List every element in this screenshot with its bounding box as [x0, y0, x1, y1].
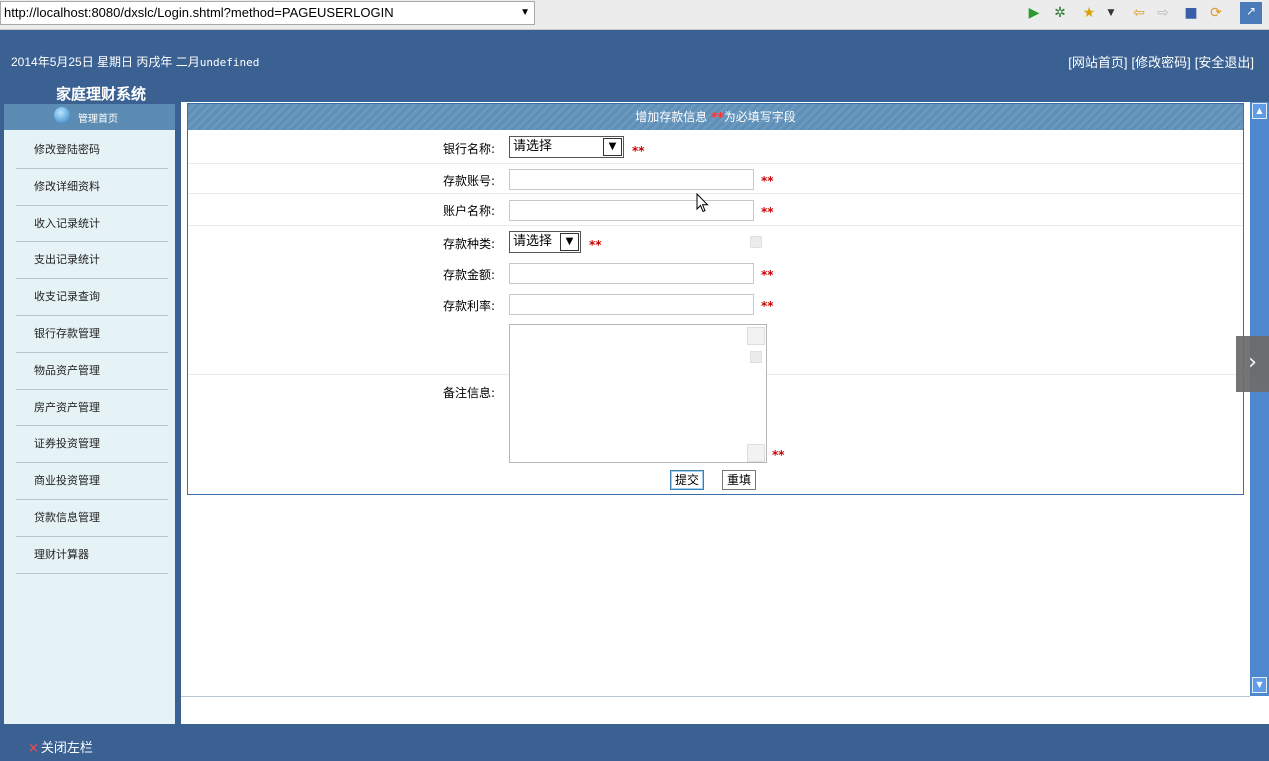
close-icon: ×	[28, 741, 39, 756]
vertical-scrollbar[interactable]: ▲ ▼	[1250, 102, 1269, 696]
required-mark: **	[772, 448, 785, 462]
favorites-icon[interactable]: ★	[1080, 4, 1098, 22]
row-rate: 存款利率: **	[188, 289, 1243, 320]
stop-icon[interactable]: ■	[1182, 4, 1200, 22]
row-account-no: 存款账号: **	[188, 164, 1243, 194]
form-header: 增加存款信息 **为必填写字段	[188, 104, 1243, 130]
deposit-type-select-value: 请选择	[513, 234, 553, 249]
sidebar-item-edit-profile[interactable]: 修改详细资料	[16, 169, 168, 206]
sidebar-menu: 修改登陆密码 修改详细资料 收入记录统计 支出记录统计 收支记录查询 银行存款管…	[16, 132, 168, 574]
address-dropdown-icon[interactable]: ▼	[520, 2, 530, 24]
forward-icon[interactable]: ⇨	[1154, 4, 1172, 22]
account-no-input[interactable]	[509, 169, 754, 190]
link-logout[interactable]: [安全退出]	[1195, 55, 1254, 70]
favorites-dropdown-icon[interactable]: ▼	[1102, 4, 1120, 22]
sidebar-item-records-query[interactable]: 收支记录查询	[16, 279, 168, 316]
form-title-suffix: 为必填写字段	[723, 110, 796, 124]
scroll-down-icon[interactable]: ▼	[1252, 677, 1267, 693]
sidebar-item-income-stats[interactable]: 收入记录统计	[16, 206, 168, 243]
row-bank-name: 银行名称: 请选择 ▼ **	[188, 131, 1243, 164]
account-name-label: 账户名称:	[442, 204, 495, 218]
sidebar-home-label: 管理首页	[78, 114, 118, 125]
row-account-name: 账户名称: **	[188, 194, 1243, 226]
rate-label: 存款利率:	[442, 299, 495, 313]
row-deposit-type: 存款种类: 请选择 ▼ **	[188, 226, 1243, 258]
refresh-icon[interactable]: ⟳	[1207, 4, 1225, 22]
reset-button[interactable]: 重填	[722, 470, 757, 490]
required-mark: **	[589, 238, 602, 252]
remark-textarea[interactable]	[509, 324, 767, 463]
address-bar-url: http://localhost:8080/dxslc/Login.shtml?…	[4, 5, 394, 20]
form-title: 增加存款信息	[635, 110, 708, 124]
chevron-down-icon: ▼	[603, 138, 622, 156]
link-site-home[interactable]: [网站首页]	[1068, 55, 1127, 70]
placeholder-box	[747, 444, 765, 462]
sidebar-item-change-login-password[interactable]: 修改登陆密码	[16, 132, 168, 169]
required-mark: **	[761, 174, 774, 188]
run-icon[interactable]: ▶	[1025, 4, 1043, 22]
submit-button[interactable]: 提交	[670, 470, 705, 490]
placeholder-box	[747, 327, 765, 345]
required-mark: **	[761, 299, 774, 313]
deposit-form: 增加存款信息 **为必填写字段 银行名称: 请选择 ▼ ** 存款账号: ** …	[187, 103, 1244, 495]
scroll-up-icon[interactable]: ▲	[1252, 103, 1267, 119]
rate-input[interactable]	[509, 294, 754, 315]
date-text: 2014年5月25日 星期日 丙戌年 二月	[11, 55, 200, 69]
sidebar-item-loans[interactable]: 贷款信息管理	[16, 500, 168, 537]
sidebar: 管理首页 修改登陆密码 修改详细资料 收入记录统计 支出记录统计 收支记录查询 …	[0, 102, 181, 724]
account-no-label: 存款账号:	[442, 174, 495, 188]
page-header: 2014年5月25日 星期日 丙戌年 二月undefined 家庭理财系统 [网…	[0, 30, 1269, 103]
placeholder-box	[750, 236, 762, 248]
page-footer: × 关闭左栏	[0, 724, 1269, 761]
globe-icon	[54, 107, 70, 123]
chevron-down-icon: ▼	[560, 233, 579, 251]
system-title: 家庭理财系统	[56, 85, 147, 103]
mouse-cursor-icon	[696, 193, 709, 213]
deposit-type-select[interactable]: 请选择 ▼	[509, 231, 581, 253]
required-mark: **	[632, 144, 645, 158]
date-suffix: undefined	[199, 56, 260, 69]
main-content: 增加存款信息 **为必填写字段 银行名称: 请选择 ▼ ** 存款账号: ** …	[181, 102, 1250, 724]
sidebar-panel: 管理首页 修改登陆密码 修改详细资料 收入记录统计 支出记录统计 收支记录查询 …	[4, 104, 175, 724]
required-mark: **	[761, 205, 774, 219]
required-mark: **	[761, 268, 774, 282]
sidebar-item-bank-deposits[interactable]: 银行存款管理	[16, 316, 168, 353]
chevron-right-icon[interactable]: ›	[1236, 336, 1269, 392]
row-amount: 存款金额: **	[188, 258, 1243, 289]
account-name-input[interactable]	[509, 200, 754, 221]
form-title-required-mark: **	[711, 110, 724, 124]
bank-name-select-value: 请选择	[513, 139, 553, 154]
sidebar-item-calculator[interactable]: 理财计算器	[16, 537, 168, 574]
plugin-icon[interactable]: ↗	[1240, 2, 1262, 24]
bank-name-select[interactable]: 请选择 ▼	[509, 136, 624, 158]
bank-name-label: 银行名称:	[442, 142, 495, 156]
placeholder-box	[750, 351, 762, 363]
sidebar-home[interactable]: 管理首页	[4, 104, 175, 130]
remark-label: 备注信息:	[442, 386, 495, 400]
sidebar-item-goods-assets[interactable]: 物品资产管理	[16, 353, 168, 390]
sidebar-item-business-investment[interactable]: 商业投资管理	[16, 463, 168, 500]
close-sidebar-label: 关闭左栏	[40, 741, 93, 756]
amount-label: 存款金额:	[442, 268, 495, 282]
browser-toolbar: http://localhost:8080/dxslc/Login.shtml?…	[0, 0, 1269, 30]
divider	[181, 696, 1250, 697]
sidebar-item-securities[interactable]: 证券投资管理	[16, 426, 168, 464]
debug-icon[interactable]: ✲	[1051, 4, 1069, 22]
back-icon[interactable]: ⇦	[1130, 4, 1148, 22]
deposit-type-label: 存款种类:	[442, 237, 495, 251]
sidebar-item-expense-stats[interactable]: 支出记录统计	[16, 242, 168, 280]
address-bar[interactable]: http://localhost:8080/dxslc/Login.shtml?…	[0, 1, 535, 25]
amount-input[interactable]	[509, 263, 754, 284]
link-change-password[interactable]: [修改密码]	[1132, 55, 1191, 70]
header-links: [网站首页] [修改密码] [安全退出]	[1064, 52, 1254, 71]
sidebar-item-property-assets[interactable]: 房产资产管理	[16, 390, 168, 427]
date-display: 2014年5月25日 星期日 丙戌年 二月undefined	[11, 53, 259, 70]
close-sidebar-button[interactable]: × 关闭左栏	[28, 737, 93, 756]
